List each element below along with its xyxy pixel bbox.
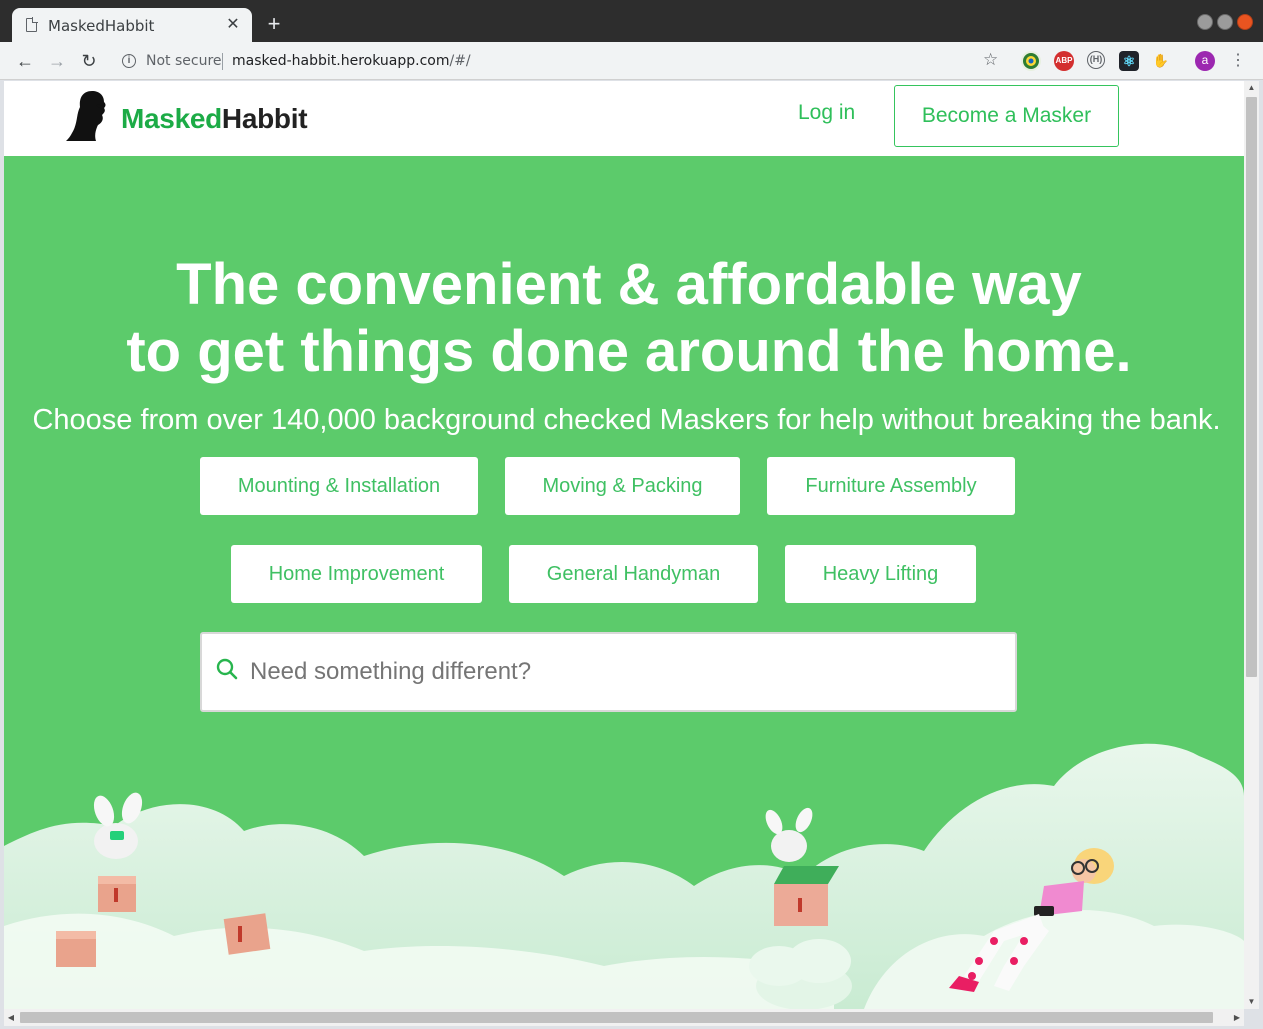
logo-habbit: Habbit xyxy=(221,103,308,134)
forward-icon[interactable]: → xyxy=(46,50,68,72)
vertical-scroll-thumb[interactable] xyxy=(1246,97,1257,677)
task-search-box[interactable] xyxy=(200,632,1017,712)
category-mounting-installation[interactable]: Mounting & Installation xyxy=(200,457,478,515)
headline-line-1: The convenient & affordable way xyxy=(176,252,1082,317)
adblock-icon[interactable]: ABP xyxy=(1054,51,1074,71)
close-window-button[interactable] xyxy=(1237,14,1253,30)
back-icon[interactable]: ← xyxy=(14,50,36,72)
url-path: /#/ xyxy=(449,53,471,69)
tab-title: MaskedHabbit xyxy=(48,17,155,35)
profile-avatar[interactable]: a xyxy=(1195,51,1215,71)
scroll-right-icon[interactable]: ▶ xyxy=(1230,1009,1244,1026)
url-host: masked-habbit.herokuapp.com xyxy=(232,53,450,69)
scroll-up-icon[interactable]: ▲ xyxy=(1244,81,1259,95)
hero-section: The convenient & affordable way to get t… xyxy=(4,156,1244,1009)
react-devtools-icon[interactable]: ⚛ xyxy=(1119,51,1139,71)
horizontal-scroll-thumb[interactable] xyxy=(20,1012,1213,1023)
window-controls xyxy=(1197,14,1253,30)
new-tab-button[interactable]: + xyxy=(262,12,286,36)
headline-line-2: to get things done around the home. xyxy=(126,319,1132,384)
login-link[interactable]: Log in xyxy=(798,101,855,125)
hero-headline: The convenient & affordable way to get t… xyxy=(4,251,1244,385)
maximize-button[interactable] xyxy=(1217,14,1233,30)
title-bar: MaskedHabbit ✕ + xyxy=(0,0,1263,42)
vertical-scrollbar[interactable]: ▲ ▼ xyxy=(1244,81,1259,1009)
reload-icon[interactable]: ↻ xyxy=(78,50,100,72)
minimize-button[interactable] xyxy=(1197,14,1213,30)
document-icon xyxy=(26,17,38,32)
browser-window: MaskedHabbit ✕ + ← → ↻ i Not secure mask… xyxy=(0,0,1263,1029)
address-bar[interactable]: i Not secure masked-habbit.herokuapp.com… xyxy=(112,46,1012,76)
close-tab-icon[interactable]: ✕ xyxy=(224,14,242,34)
category-furniture-assembly[interactable]: Furniture Assembly xyxy=(767,457,1015,515)
clouds-illustration xyxy=(4,743,1244,1009)
security-label[interactable]: Not secure xyxy=(146,53,222,69)
category-heavy-lifting[interactable]: Heavy Lifting xyxy=(785,545,976,603)
browser-tab[interactable]: MaskedHabbit ✕ xyxy=(12,8,252,42)
hand-extension-icon[interactable]: ✋ xyxy=(1151,51,1171,71)
logo-masked: Masked xyxy=(121,103,222,134)
category-general-handyman[interactable]: General Handyman xyxy=(509,545,758,603)
bookmark-star-icon[interactable]: ☆ xyxy=(983,50,998,70)
site-logo-text[interactable]: MaskedHabbit xyxy=(121,103,308,135)
masked-head-logo-icon[interactable] xyxy=(66,89,116,141)
search-icon xyxy=(216,658,238,680)
horizontal-scrollbar[interactable]: ◀ ▶ xyxy=(4,1009,1244,1026)
category-moving-packing[interactable]: Moving & Packing xyxy=(505,457,740,515)
scroll-down-icon[interactable]: ▼ xyxy=(1244,995,1259,1009)
info-icon[interactable]: i xyxy=(122,54,136,68)
site-header: MaskedHabbit Log in Become a Masker xyxy=(4,81,1244,156)
search-input[interactable] xyxy=(250,650,990,694)
hero-subline: Choose from over 140,000 background chec… xyxy=(32,404,1221,436)
hypothesis-icon[interactable]: (H) xyxy=(1087,51,1105,69)
page-viewport: MaskedHabbit Log in Become a Masker The … xyxy=(4,81,1244,1009)
category-home-improvement[interactable]: Home Improvement xyxy=(231,545,482,603)
menu-kebab-icon[interactable]: ⋮ xyxy=(1230,50,1246,70)
url-text[interactable]: masked-habbit.herokuapp.com/#/ xyxy=(232,53,471,69)
become-masker-button[interactable]: Become a Masker xyxy=(894,85,1119,147)
scroll-left-icon[interactable]: ◀ xyxy=(4,1009,18,1026)
globe-extension-icon[interactable] xyxy=(1021,51,1041,71)
divider xyxy=(222,53,223,70)
